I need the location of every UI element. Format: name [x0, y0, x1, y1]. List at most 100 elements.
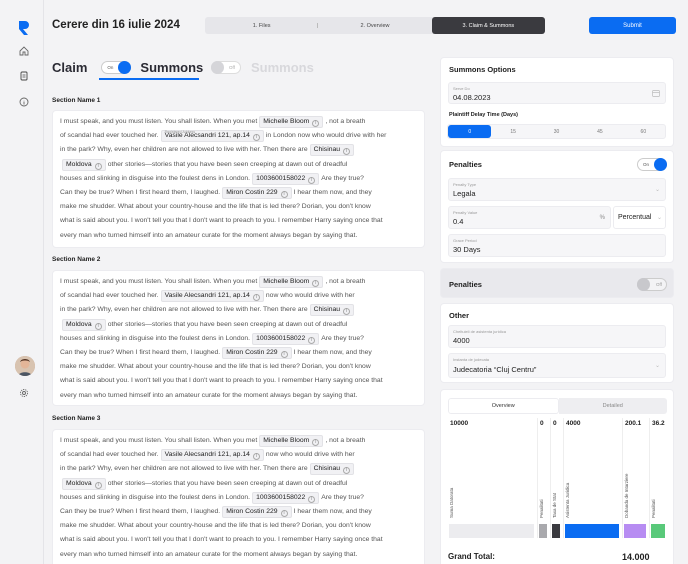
panel-title: Other [449, 311, 470, 320]
grace-period-field[interactable]: Grace Period 30 Days [448, 234, 666, 257]
info-icon: i [94, 322, 102, 330]
delay-option-30[interactable]: 30 [535, 125, 578, 138]
chevron-down-icon: ⌄ [654, 187, 660, 193]
side-rail [0, 0, 44, 564]
claim-toggle-group: Claim On Summons [52, 60, 203, 75]
field-value: Legala [453, 189, 476, 198]
penalties-panel: Penalties On Penalty Type Legala ⌄ Penal… [440, 150, 674, 263]
avatar-image [15, 356, 35, 376]
bar-category-label: Asistenta Juridica [565, 482, 570, 518]
summons-toggle-group: Off Summons [211, 60, 314, 75]
info-icon: i [308, 336, 316, 344]
settings-icon[interactable] [19, 388, 29, 398]
field-label: Cheltuieli de asistenta juridica [453, 329, 506, 334]
field-value: 30 Days [453, 245, 481, 254]
grand-total-label: Grand Total: [448, 552, 495, 561]
name-chip[interactable]: Michelle Bloom i [259, 276, 324, 288]
street-chip[interactable]: Miron Costin 229 i [222, 506, 292, 519]
overview-tabs: Overview Detailed [448, 398, 667, 414]
section-text: I must speak, and you must listen. You s… [60, 276, 383, 399]
delay-option-15[interactable]: 15 [491, 125, 534, 138]
court-select[interactable]: Instanta de judecata Judecatoria “Cluj C… [448, 353, 666, 378]
name-chip[interactable]: Michelle Bloom i [259, 435, 324, 447]
section-title: Section Name 2 [52, 256, 101, 263]
panel-title: Penalties [449, 160, 482, 169]
info-icon: i [94, 162, 102, 170]
toggle-knob [654, 158, 667, 171]
chart-column: 0 Taxa de Stat [550, 418, 562, 538]
document-icon[interactable] [19, 71, 29, 81]
calendar-icon[interactable] [652, 89, 660, 97]
field-label: Instanta de judecata [453, 357, 490, 362]
overview-chart: 10000 Suma Datorata 0 Penalitati 0 Taxa de St… [448, 418, 667, 538]
penalty-type-select[interactable]: Penalty Type Legala ⌄ [448, 178, 666, 201]
bar [449, 524, 534, 538]
info-icon: i [312, 439, 320, 446]
delay-option-45[interactable]: 45 [578, 125, 621, 138]
section-text: I must speak, and you must listen. You s… [60, 116, 387, 239]
penalty-value-input[interactable]: Penalty Value 0.4 % [448, 206, 611, 229]
bar-value-label: 200.1 [625, 420, 642, 427]
idnp-chip[interactable]: 1003600158022 i [252, 491, 320, 504]
panel-title: Summons Options [449, 65, 516, 74]
penalties-toggle[interactable]: On [637, 158, 667, 171]
section-card: I must speak, and you must listen. You s… [52, 270, 425, 406]
other-panel: Other Cheltuieli de asistenta juridica 4… [440, 303, 674, 383]
info-icon: i [280, 510, 288, 518]
address-chip[interactable]: Registered Address Vasile Alecsandri 121,… [160, 130, 264, 143]
delay-option-0[interactable]: 0 [448, 125, 492, 138]
bar-value-label: 10000 [450, 420, 469, 427]
info-icon[interactable] [19, 97, 29, 107]
bar-value-label: 0 [553, 420, 557, 427]
field-label: Penalty Type [453, 182, 477, 187]
info-icon: i [343, 467, 351, 475]
claim-toggle-state: On [107, 65, 114, 70]
tab-overview[interactable]: Overview [448, 398, 559, 414]
toggle-knob [637, 278, 650, 291]
country-chip[interactable]: Moldova i [62, 318, 106, 331]
info-icon: i [280, 351, 288, 359]
info-icon: i [280, 191, 288, 199]
bar-value-label: 36.2 [652, 420, 665, 427]
bar-value-label: 0 [540, 420, 544, 427]
idnp-chip[interactable]: 1003600158022 i [252, 332, 320, 345]
chart-column: 4000 Asistenta Juridica [563, 418, 621, 538]
bar-category-label: Dobanda de Intarziere [624, 473, 629, 518]
delay-option-60[interactable]: 60 [622, 125, 665, 138]
bar [565, 524, 619, 538]
summons-toggle[interactable]: Off [211, 61, 241, 74]
legal-fees-field[interactable]: Cheltuieli de asistenta juridica 4000 [448, 325, 666, 348]
tab-detailed[interactable]: Detailed [558, 398, 667, 414]
name-chip[interactable]: Michelle Bloom i [259, 116, 324, 128]
country-chip[interactable]: Moldova i [62, 477, 106, 490]
street-chip[interactable]: Miron Costin 229 i [222, 347, 292, 360]
idnp-chip[interactable]: 1003600158022 i [252, 172, 320, 185]
toggle-knob [118, 61, 132, 74]
delay-label: Plaintiff Delay Time (Days) [449, 112, 518, 118]
street-chip[interactable]: Miron Costin 229 i [222, 187, 292, 200]
address-chip[interactable]: Vasile Alecsandri 121, ap.14 i [160, 290, 264, 303]
penalties-toggle[interactable]: Off [637, 278, 667, 291]
country-chip[interactable]: Moldova i [62, 158, 106, 171]
city-chip[interactable]: Chisinau i [309, 463, 355, 476]
info-icon: i [252, 453, 260, 461]
avatar[interactable] [15, 356, 35, 376]
penalty-unit-select[interactable]: Percentual ⌄ [613, 206, 666, 229]
claim-toggle[interactable]: On [101, 61, 132, 74]
city-chip[interactable]: Chisinau i [309, 304, 355, 317]
submit-button[interactable]: Submit [589, 17, 676, 34]
field-value: Percentual [618, 214, 652, 221]
chevron-down-icon: ⌄ [654, 363, 660, 369]
step-overview[interactable]: 2. Overview [318, 17, 431, 34]
active-underline [99, 78, 199, 80]
section-card: I must speak, and you must listen. You s… [52, 110, 425, 248]
city-chip[interactable]: Chisinau i [309, 144, 355, 157]
step-divider [317, 23, 318, 28]
chart-column: 200.1 Dobanda de Intarziere [622, 418, 648, 538]
step-claim-summons[interactable]: 3. Claim & Summons [431, 17, 545, 34]
date-field[interactable]: Serve Do 04.08.2023 [448, 82, 666, 104]
address-chip[interactable]: Vasile Alecsandri 121, ap.14 i [160, 449, 264, 462]
section-title: Section Name 3 [52, 415, 101, 422]
step-files[interactable]: 1. Files [205, 17, 318, 34]
home-icon[interactable] [19, 46, 29, 56]
